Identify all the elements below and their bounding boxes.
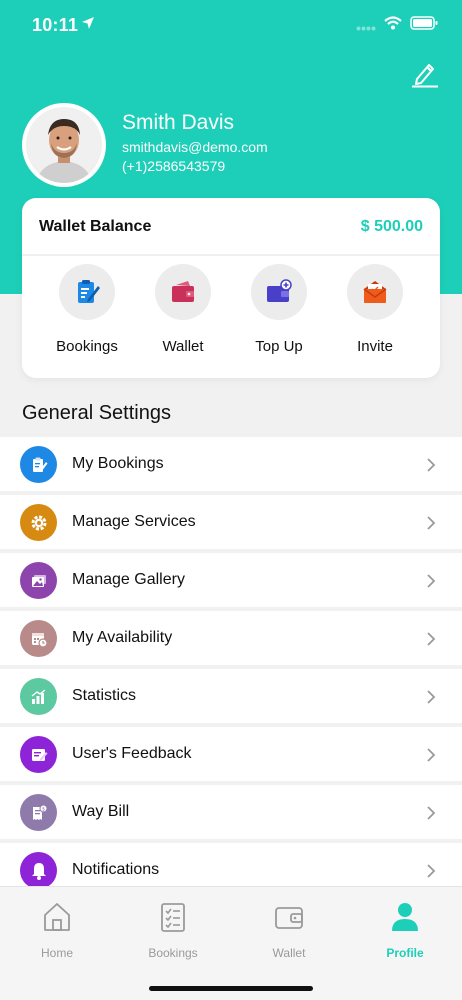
svg-text:$: $ xyxy=(41,806,44,812)
chevron-right-icon xyxy=(427,806,436,820)
gear-icon xyxy=(20,504,57,541)
avatar-photo xyxy=(26,107,102,183)
wifi-icon xyxy=(384,16,402,30)
top-up-action-label: Top Up xyxy=(255,338,303,355)
wallet-card: Wallet Balance $ 500.00 Bookings Wallet … xyxy=(22,198,440,378)
battery-icon xyxy=(410,16,438,30)
profile-email: smithdavis@demo.com xyxy=(122,139,268,155)
top-up-action-button[interactable]: Top Up xyxy=(231,264,327,364)
nav-wallet[interactable]: Wallet xyxy=(239,901,339,960)
action-icon-circle xyxy=(59,264,115,320)
invite-action-label: Invite xyxy=(357,338,393,355)
home-icon xyxy=(44,903,70,931)
settings-item-label: User's Feedback xyxy=(72,745,192,762)
profile-phone: (+1)2586543579 xyxy=(122,158,226,174)
settings-item-label: Way Bill xyxy=(72,803,130,820)
bottom-nav: Home Bookings Wallet Profile xyxy=(0,886,462,1000)
invite-action-button[interactable]: Invite xyxy=(327,264,423,364)
settings-item-label: Manage Services xyxy=(72,513,196,530)
wallet-balance-amount: $ 500.00 xyxy=(360,218,423,235)
status-bar: 10:11 xyxy=(0,0,462,52)
nav-label: Wallet xyxy=(272,946,306,960)
person-icon xyxy=(392,903,418,931)
gallery-icon xyxy=(20,562,57,599)
chevron-right-icon xyxy=(427,864,436,878)
chevron-right-icon xyxy=(427,574,436,588)
signal-dots-icon xyxy=(356,26,376,31)
settings-item-users-feedback[interactable]: User's Feedback xyxy=(0,727,462,781)
settings-item-label: Notifications xyxy=(72,861,160,878)
nav-label: Profile xyxy=(386,946,424,960)
action-icon-circle xyxy=(347,264,403,320)
settings-item-statistics[interactable]: Statistics xyxy=(0,669,462,723)
chevron-right-icon xyxy=(427,458,436,472)
chevron-right-icon xyxy=(427,690,436,704)
calendar-clock-icon xyxy=(20,620,57,657)
action-icon-circle xyxy=(251,264,307,320)
settings-item-manage-gallery[interactable]: Manage Gallery xyxy=(0,553,462,607)
settings-item-way-bill[interactable]: $ Way Bill xyxy=(0,785,462,839)
settings-item-label: Statistics xyxy=(72,687,137,704)
settings-item-label: Manage Gallery xyxy=(72,571,185,588)
settings-item-my-bookings[interactable]: My Bookings xyxy=(0,437,462,491)
location-arrow-icon xyxy=(82,17,94,29)
settings-item-label: My Bookings xyxy=(72,455,164,472)
clipboard-icon xyxy=(78,280,100,303)
envelope-icon xyxy=(363,281,387,303)
divider xyxy=(22,254,440,256)
wallet-balance-label: Wallet Balance xyxy=(39,218,152,235)
clipboard-icon xyxy=(20,446,57,483)
settings-item-manage-services[interactable]: Manage Services xyxy=(0,495,462,549)
nav-label: Bookings xyxy=(148,946,198,960)
settings-list: My Bookings Manage Services Manage Galle… xyxy=(0,437,462,901)
wallet-action-label: Wallet xyxy=(162,338,204,355)
chevron-right-icon xyxy=(427,632,436,646)
home-indicator xyxy=(149,986,313,991)
bookings-action-label: Bookings xyxy=(56,338,118,355)
nav-profile[interactable]: Profile xyxy=(355,901,455,960)
feedback-icon xyxy=(20,736,57,773)
status-time: 10:11 xyxy=(32,15,79,35)
bell-icon xyxy=(20,852,57,889)
bar-chart-icon xyxy=(20,678,57,715)
nav-bookings[interactable]: Bookings xyxy=(123,901,223,960)
checklist-icon xyxy=(161,903,185,932)
avatar[interactable] xyxy=(22,103,106,187)
card-plus-icon xyxy=(267,279,292,302)
profile-name: Smith Davis xyxy=(122,111,235,134)
nav-home[interactable]: Home xyxy=(7,901,107,960)
chevron-right-icon xyxy=(427,748,436,762)
general-settings-title: General Settings xyxy=(22,402,171,424)
wallet-icon xyxy=(275,907,303,929)
settings-item-label: My Availability xyxy=(72,629,173,646)
bill-icon: $ xyxy=(20,794,57,831)
wallet-action-button[interactable]: Wallet xyxy=(135,264,231,364)
chevron-right-icon xyxy=(427,516,436,530)
wallet-icon xyxy=(172,281,194,302)
bookings-action-button[interactable]: Bookings xyxy=(39,264,135,364)
nav-label: Home xyxy=(40,946,73,960)
pencil-edit-icon[interactable] xyxy=(410,60,440,88)
action-icon-circle xyxy=(155,264,211,320)
settings-item-my-availability[interactable]: My Availability xyxy=(0,611,462,665)
